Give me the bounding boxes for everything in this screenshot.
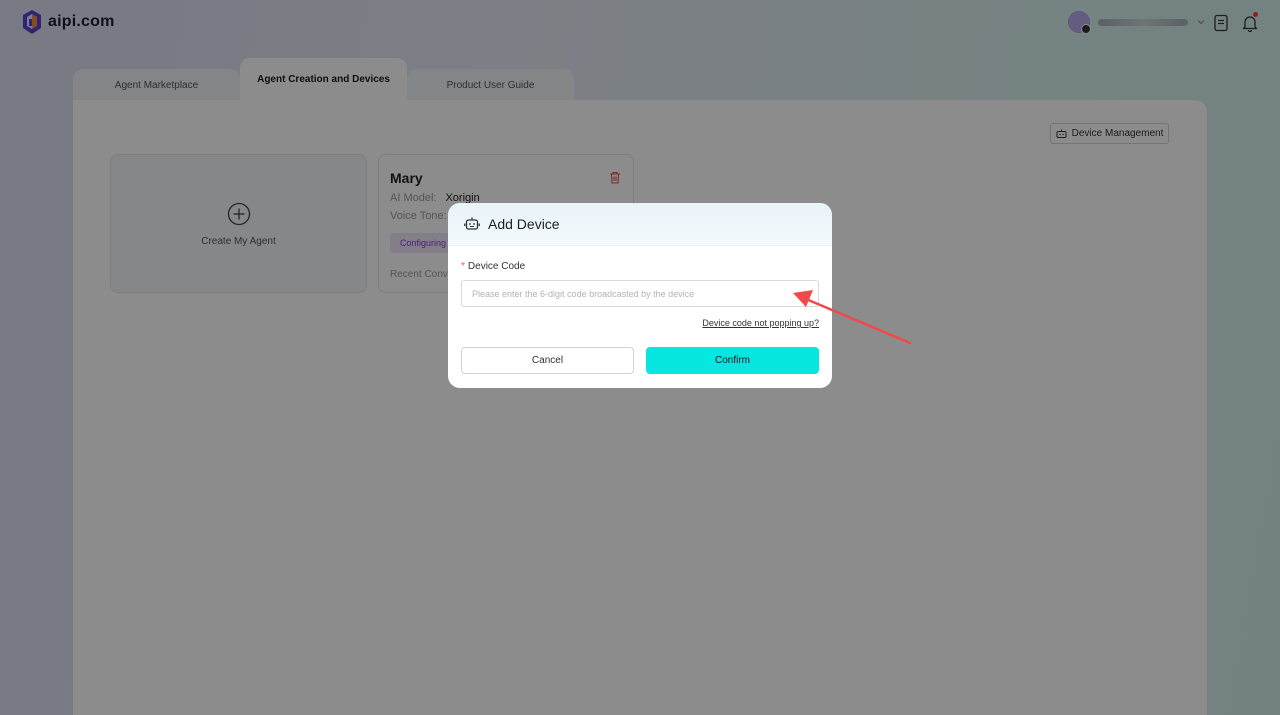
modal-title: Add Device <box>488 216 560 232</box>
required-mark: * <box>461 261 465 272</box>
cancel-button[interactable]: Cancel <box>461 347 634 374</box>
modal-header: Add Device <box>448 203 832 246</box>
add-device-modal: Add Device *Device Code Device code not … <box>448 203 832 388</box>
device-code-label-text: Device Code <box>467 261 526 272</box>
device-code-input[interactable] <box>461 280 819 307</box>
robot-icon <box>464 217 480 230</box>
device-code-label: * Device Code <box>461 261 525 272</box>
device-code-help-link[interactable]: Device code not popping up? <box>702 318 819 328</box>
confirm-button[interactable]: Confirm <box>646 347 819 374</box>
